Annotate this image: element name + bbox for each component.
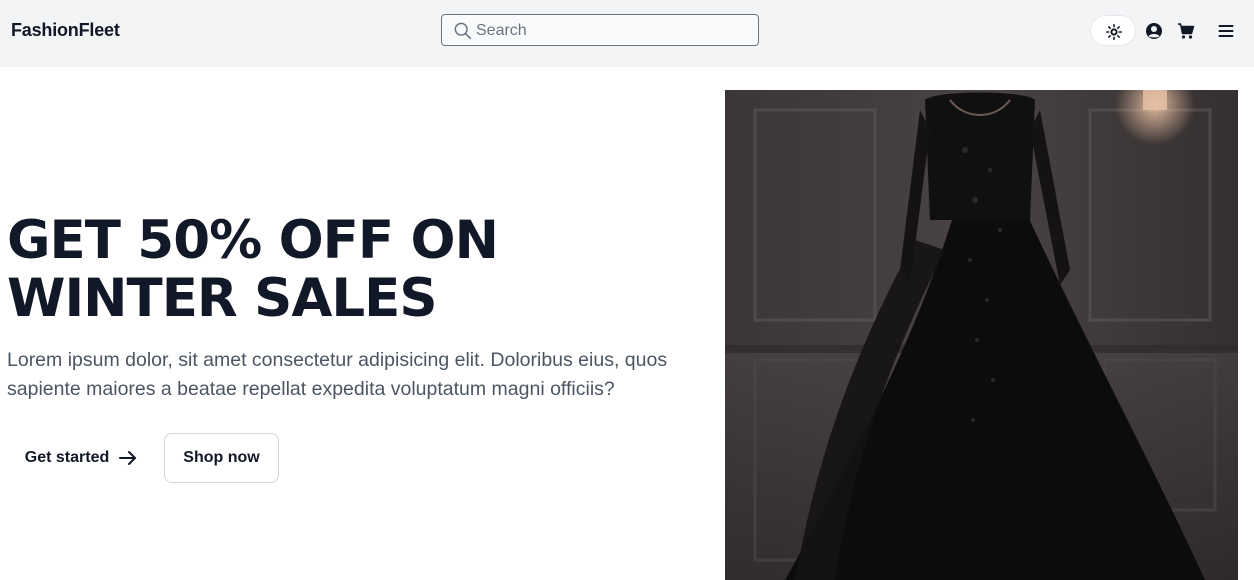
search-icon xyxy=(454,22,472,40)
search-input[interactable] xyxy=(474,17,748,45)
hero-description: Lorem ipsum dolor, sit amet consectetur … xyxy=(7,349,668,400)
hero-title: GET 50% OFF ON WINTER SALES xyxy=(7,212,707,328)
gown-illustration xyxy=(725,90,1238,580)
hero-title-line1: GET 50% OFF ON xyxy=(7,210,499,271)
cart-icon[interactable] xyxy=(1177,22,1195,40)
theme-toggle-button[interactable] xyxy=(1090,15,1136,46)
shop-now-button[interactable]: Shop now xyxy=(164,433,279,483)
get-started-button[interactable]: Get started xyxy=(14,433,148,483)
menu-icon[interactable] xyxy=(1217,22,1235,40)
arrow-right-icon xyxy=(119,451,137,465)
hero-image-black-gown xyxy=(725,90,1238,580)
navbar: FashionFleet xyxy=(0,0,1254,67)
get-started-label: Get started xyxy=(24,449,110,466)
search-box[interactable] xyxy=(441,14,759,46)
brand-logo[interactable]: FashionFleet xyxy=(11,20,120,41)
sun-icon xyxy=(1106,24,1122,40)
hero-title-line2: WINTER SALES xyxy=(7,268,438,329)
user-circle-icon[interactable] xyxy=(1145,22,1163,40)
